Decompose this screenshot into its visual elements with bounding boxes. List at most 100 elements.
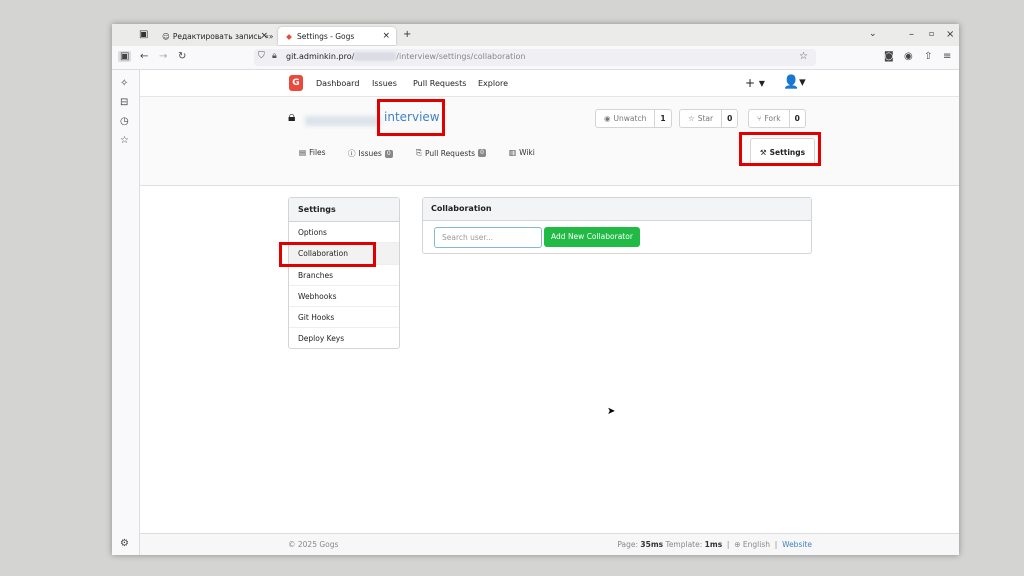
menu-item-branches[interactable]: Branches [289, 265, 399, 286]
browser-sidebar: ✧ ⊟ ◷ ☆ ⚙ [112, 70, 140, 555]
address-bar[interactable]: ⛉ 🔒︎ git.adminkin.pro/ /interview/setting… [254, 49, 816, 66]
private-lock-icon: 🔒︎ [288, 109, 296, 125]
menu-item-git-hooks[interactable]: Git Hooks [289, 307, 399, 329]
close-tab-icon[interactable]: × [382, 31, 390, 41]
close-tab-icon[interactable]: × [260, 31, 268, 41]
tab-pull-requests[interactable]: ⎘ Pull Requests 0 [416, 148, 486, 158]
bookmarks-star-icon[interactable]: ☆ [120, 135, 129, 146]
history-icon[interactable]: ◷ [120, 116, 129, 127]
nav-explore[interactable]: Explore [478, 79, 508, 88]
page-time-value: 35ms [640, 540, 664, 549]
account-icon[interactable]: ◉ [904, 51, 913, 62]
url-redacted [354, 52, 397, 61]
website-link[interactable]: Website [782, 540, 812, 549]
star-label: Star [697, 114, 714, 123]
owner-name-redacted [305, 116, 381, 126]
url-host: git.adminkin.pro/ [286, 52, 355, 61]
star-count: 0 [721, 110, 737, 127]
globe-icon: ⊕ [734, 540, 741, 549]
bookmark-star-icon[interactable]: ☆ [799, 51, 808, 62]
nav-issues[interactable]: Issues [372, 79, 397, 88]
wiki-book-icon: ▥ [509, 148, 517, 157]
gogs-page: G Dashboard Issues Pull Requests Explore… [140, 70, 959, 555]
pocket-icon[interactable]: ◙ [884, 51, 894, 62]
template-time-value: 1ms [704, 540, 723, 549]
tab-title: Settings - Gogs [297, 31, 355, 41]
nav-dashboard[interactable]: Dashboard [316, 79, 359, 88]
tab-files[interactable]: ▤ Files [299, 148, 326, 157]
tools-icon: ⚒ [759, 147, 767, 157]
language-selector[interactable]: English [743, 540, 770, 549]
unwatch-button[interactable]: ◉ Unwatch 1 [595, 109, 672, 128]
settings-menu: Settings Options Collaboration Branches … [288, 197, 400, 349]
tab-edit-post[interactable]: ☺ Редактировать запись «» × [156, 27, 274, 45]
repo-name-link[interactable]: interview [384, 110, 440, 124]
fork-button[interactable]: ⑂ Fork 0 [748, 109, 806, 128]
file-icon: ▤ [299, 148, 307, 157]
tab-issues[interactable]: ⓘ Issues 0 [348, 148, 393, 159]
browser-window: ▣ ☺ Редактировать запись «» × ◆ Settings… [112, 24, 959, 555]
close-window-button[interactable]: × [946, 29, 954, 40]
issue-icon: ⓘ [348, 149, 356, 158]
tab-wiki[interactable]: ▥ Wiki [509, 148, 535, 157]
watch-count: 1 [654, 110, 670, 127]
tab-wiki-label: Wiki [519, 148, 535, 157]
url-text[interactable]: git.adminkin.pro/ /interview/settings/col… [286, 52, 525, 61]
reload-icon[interactable]: ↻ [178, 51, 186, 62]
synced-tabs-icon[interactable]: ⊟ [120, 97, 128, 108]
ai-chatbot-icon[interactable]: ✧ [120, 78, 128, 89]
tab-list-chevron-icon[interactable]: ⌄ [869, 29, 877, 39]
url-path: /interview/settings/collaboration [396, 52, 526, 61]
star-icon: ☆ [688, 114, 695, 123]
extensions-icon[interactable]: ⇧ [924, 51, 932, 62]
maximize-button[interactable]: ▫ [929, 29, 934, 38]
tab-settings[interactable]: ⚒ Settings [750, 138, 815, 165]
search-user-input[interactable]: Search user... [434, 227, 542, 248]
eye-icon: ◉ [604, 114, 611, 123]
tab-issues-label: Issues [358, 149, 382, 158]
create-new-menu[interactable]: + ▾ [745, 76, 765, 90]
repo-header: 🔒︎ interview ◉ Unwatch 1 ☆ Star 0 ⑂ Fork 0 … [140, 97, 959, 186]
menu-item-webhooks[interactable]: Webhooks [289, 286, 399, 308]
sidebar-toggle-icon[interactable]: ▣ [118, 51, 132, 62]
forward-arrow-icon[interactable]: → [159, 51, 167, 62]
mouse-cursor-icon: ➤ [607, 406, 616, 417]
tab-settings-gogs[interactable]: ◆ Settings - Gogs × [278, 27, 396, 45]
tab-settings-label: Settings [769, 147, 806, 157]
navigation-bar: ▣ ← → ↻ ⛉ 🔒︎ git.adminkin.pro/ /interview… [112, 46, 959, 70]
minimize-button[interactable]: – [909, 29, 914, 40]
back-arrow-icon[interactable]: ← [140, 51, 148, 62]
menu-item-collaboration[interactable]: Collaboration [289, 243, 399, 265]
fork-label: Fork [764, 114, 781, 123]
collaboration-panel: Collaboration Search user... Add New Col… [422, 197, 812, 254]
tab-overview-icon[interactable]: ▣ [139, 29, 148, 40]
user-menu-avatar[interactable]: 👤▾ [783, 75, 806, 90]
menu-hamburger-icon[interactable]: ≡ [943, 51, 951, 62]
star-button[interactable]: ☆ Star 0 [679, 109, 739, 128]
menu-item-options[interactable]: Options [289, 222, 399, 244]
collaboration-title: Collaboration [423, 198, 811, 221]
gogs-logo-icon[interactable]: G [289, 75, 303, 91]
tab-files-label: Files [309, 148, 326, 157]
page-time-label: Page: [617, 540, 639, 549]
tab-strip: ▣ ☺ Редактировать запись «» × ◆ Settings… [112, 24, 959, 46]
gogs-favicon-icon: ◆ [286, 31, 292, 41]
tracking-shield-icon[interactable]: ⛉ [258, 51, 265, 61]
settings-menu-title: Settings [289, 198, 399, 222]
issues-count-badge: 0 [384, 149, 393, 158]
tab-pulls-label: Pull Requests [425, 148, 476, 158]
add-collaborator-button[interactable]: Add New Collaborator [544, 227, 640, 247]
copyright-text: © 2025 Gogs [288, 540, 339, 549]
menu-item-deploy-keys[interactable]: Deploy Keys [289, 328, 399, 349]
gogs-top-nav: G Dashboard Issues Pull Requests Explore… [140, 70, 959, 97]
lock-icon[interactable]: 🔒︎ [272, 51, 277, 61]
pulls-count-badge: 0 [478, 149, 486, 157]
nav-pull-requests[interactable]: Pull Requests [413, 79, 466, 88]
fork-icon: ⑂ [757, 114, 762, 123]
user-icon: ☺ [162, 31, 170, 41]
customize-gear-icon[interactable]: ⚙ [120, 538, 129, 549]
template-time-label: Template: [665, 540, 703, 549]
new-tab-button[interactable]: + [403, 29, 411, 40]
unwatch-label: Unwatch [613, 114, 647, 123]
fork-count: 0 [788, 110, 805, 127]
